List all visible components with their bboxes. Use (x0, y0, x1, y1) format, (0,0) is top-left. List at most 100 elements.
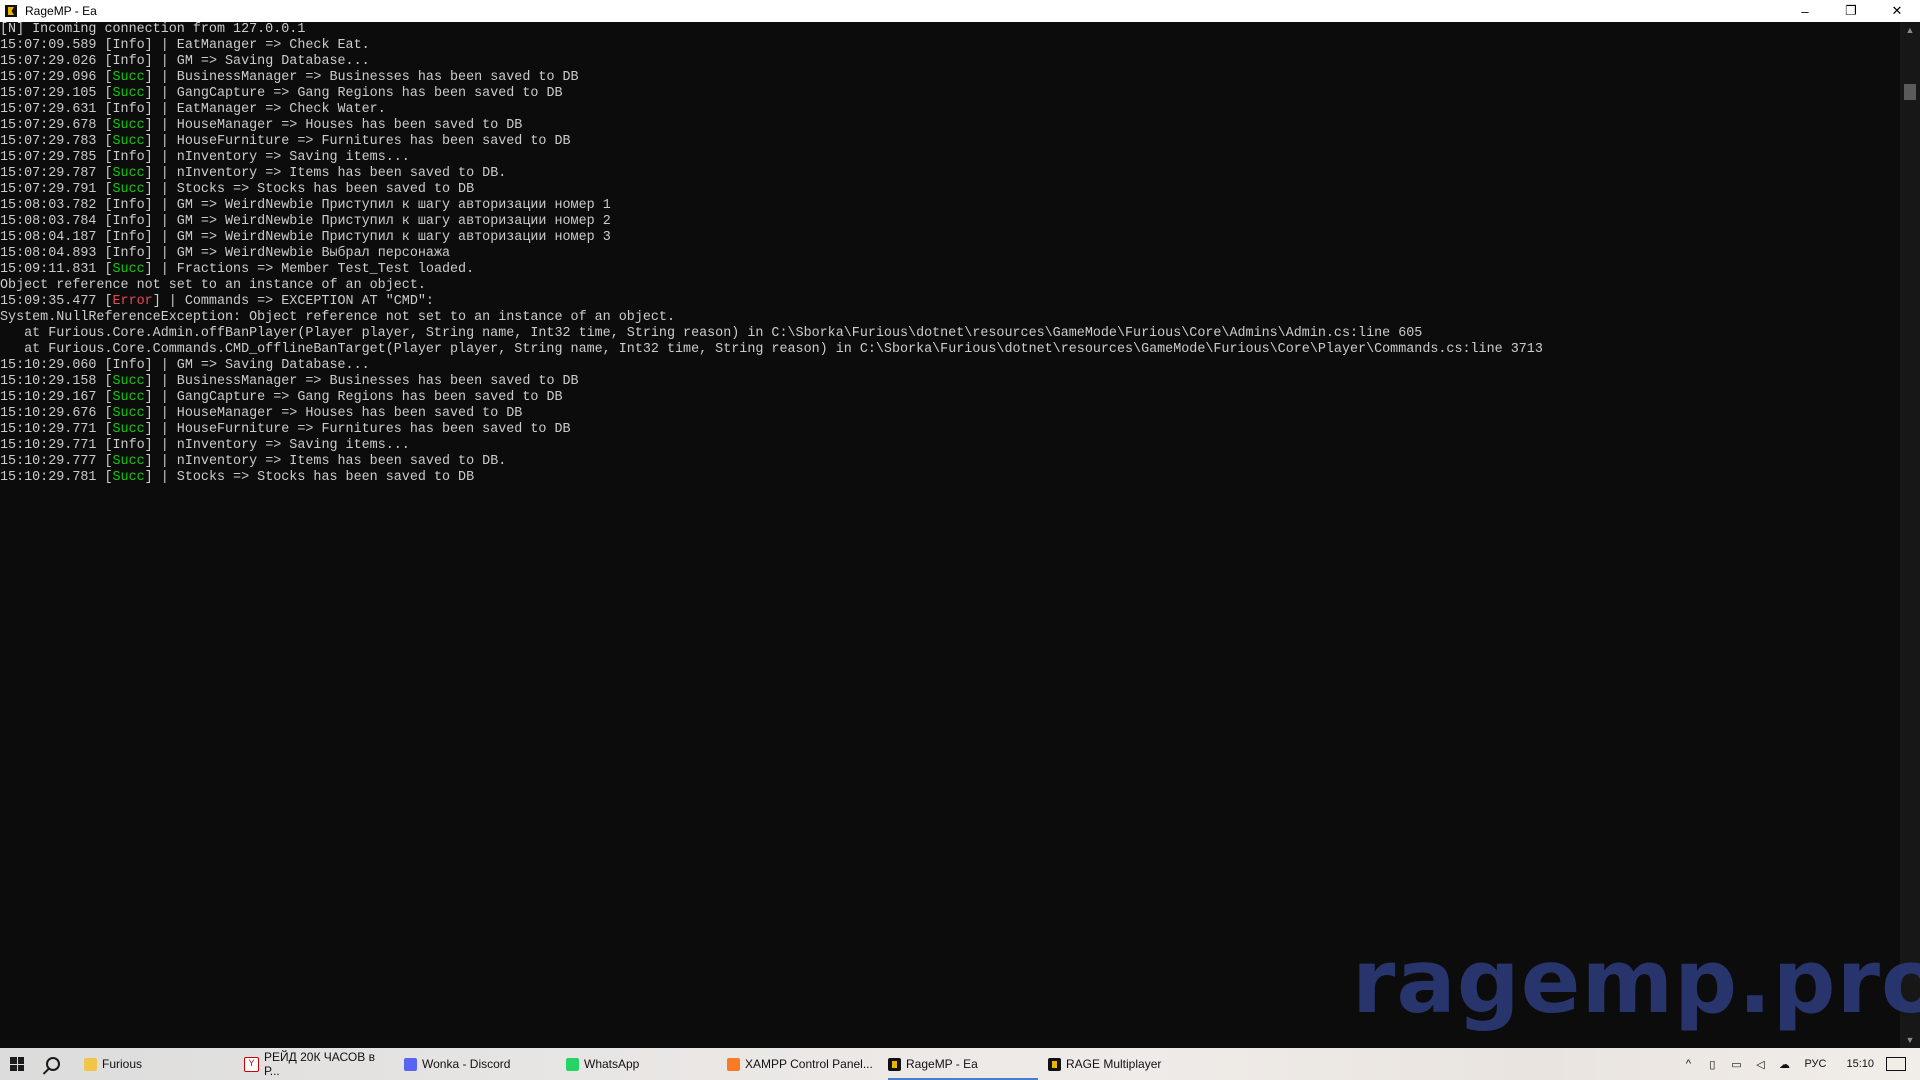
restore-button[interactable]: ❐ (1828, 0, 1874, 22)
taskbar-item-label: Furious (102, 1057, 143, 1071)
console-line: Object reference not set to an instance … (0, 278, 1900, 294)
log-level-badge: Succ (112, 390, 145, 405)
input-language[interactable]: РУС (1804, 1058, 1826, 1070)
console-line-message: ] | GangCapture => Gang Regions has been… (144, 390, 563, 405)
search-button[interactable] (34, 1048, 72, 1080)
log-level-badge: Info (112, 230, 145, 245)
console-line: 15:10:29.060 [Info] | GM => Saving Datab… (0, 358, 1900, 374)
console-line: 15:07:29.096 [Succ] | BusinessManager =>… (0, 70, 1900, 86)
console-line-text: 15:10:29.781 [ (0, 470, 113, 485)
log-level-badge: Info (112, 214, 145, 229)
console-line-text: 15:08:03.782 [ (0, 198, 113, 213)
console-line-message: ] | HouseFurniture => Furnitures has bee… (144, 134, 571, 149)
console-line-message: ] | GM => Saving Database... (144, 358, 370, 373)
clock[interactable]: 15:10 (1846, 1058, 1874, 1070)
taskbar-item-ragemp-ea[interactable]: RageMP - Ea (888, 1048, 1038, 1080)
console-line: 15:10:29.777 [Succ] | nInventory => Item… (0, 454, 1900, 470)
log-level-badge: Info (112, 198, 145, 213)
console-line-text: at Furious.Core.Admin.offBanPlayer(Playe… (0, 326, 1423, 341)
log-level-badge: Succ (112, 374, 145, 389)
cloud-icon[interactable]: ☁ (1777, 1058, 1791, 1071)
taskbar-item-label: XAMPP Control Panel... (745, 1057, 873, 1071)
start-button[interactable] (0, 1048, 34, 1080)
console-line-text: 15:10:29.158 [ (0, 374, 113, 389)
console-line-message: ] | EatManager => Check Water. (144, 102, 386, 117)
window-title-bar[interactable]: RageMP - Ea – ❐ ✕ (0, 0, 1920, 22)
taskbar-item-yandex[interactable]: Y РЕЙД 20К ЧАСОВ в Р... (244, 1048, 394, 1080)
log-level-badge: Succ (112, 182, 145, 197)
network-icon[interactable]: ▭ (1729, 1058, 1743, 1071)
console-line-text: 15:08:04.187 [ (0, 230, 113, 245)
taskbar-item-xampp[interactable]: XAMPP Control Panel... (727, 1048, 877, 1080)
ragemp-app-icon (5, 5, 17, 17)
console-line-text: 15:07:29.783 [ (0, 134, 113, 149)
console-line: 15:07:29.105 [Succ] | GangCapture => Gan… (0, 86, 1900, 102)
console-line-message: ] | BusinessManager => Businesses has be… (144, 374, 579, 389)
scroll-down-arrow-icon[interactable]: ▼ (1900, 1032, 1920, 1048)
console-line-message: ] | nInventory => Saving items... (144, 438, 410, 453)
scroll-thumb[interactable] (1904, 84, 1916, 100)
discord-icon (404, 1057, 417, 1071)
console-line-message: ] | Fractions => Member Test_Test loaded… (144, 262, 475, 277)
device-icon[interactable]: ▯ (1705, 1058, 1719, 1071)
taskbar-item-rage-multiplayer[interactable]: RAGE Multiplayer (1048, 1048, 1198, 1080)
console-line: 15:07:29.787 [Succ] | nInventory => Item… (0, 166, 1900, 182)
console-line: [N] Incoming connection from 127.0.0.1 (0, 22, 1900, 38)
console-output[interactable]: [N] Incoming connection from 127.0.0.1 15… (0, 22, 1900, 1048)
taskbar-item-label: РЕЙД 20К ЧАСОВ в Р... (264, 1050, 375, 1078)
close-button[interactable]: ✕ (1874, 0, 1920, 22)
log-level-badge: Succ (112, 422, 145, 437)
taskbar-item-furious[interactable]: Furious (84, 1048, 234, 1080)
taskbar-item-discord[interactable]: Wonka - Discord (404, 1048, 554, 1080)
console-line: 15:07:29.783 [Succ] | HouseFurniture => … (0, 134, 1900, 150)
log-level-badge: Info (112, 438, 145, 453)
log-level-badge: Succ (112, 470, 145, 485)
console-line: 15:09:11.831 [Succ] | Fractions => Membe… (0, 262, 1900, 278)
console-line-text: 15:10:29.676 [ (0, 406, 113, 421)
log-level-badge: Info (112, 246, 145, 261)
console-line: 15:07:29.791 [Succ] | Stocks => Stocks h… (0, 182, 1900, 198)
console-line-message: ] | GM => WeirdNewbie Приступил к шагу а… (144, 214, 611, 229)
console-line-text: 15:09:11.831 [ (0, 262, 113, 277)
system-tray: ^ ▯ ▭ ◁ ☁ РУС 15:10 (1676, 1048, 1920, 1080)
log-level-badge: Info (112, 150, 145, 165)
console-line-text: 15:07:29.791 [ (0, 182, 113, 197)
console-line: 15:10:29.781 [Succ] | Stocks => Stocks h… (0, 470, 1900, 486)
console-line: 15:07:29.631 [Info] | EatManager => Chec… (0, 102, 1900, 118)
restore-icon: ❐ (1845, 3, 1857, 18)
console-line-text: 15:10:29.771 [ (0, 438, 113, 453)
log-level-badge: Succ (112, 134, 145, 149)
console-line-text: 15:07:29.096 [ (0, 70, 113, 85)
vertical-scrollbar[interactable]: ▲ ▼ (1900, 22, 1920, 1048)
console-line-message: ] | BusinessManager => Businesses has be… (144, 70, 579, 85)
log-level-badge: Succ (112, 166, 145, 181)
console-line-text: 15:07:29.787 [ (0, 166, 113, 181)
log-level-badge: Info (112, 38, 145, 53)
taskbar-item-whatsapp[interactable]: WhatsApp (566, 1048, 716, 1080)
console-line-text: 15:07:29.026 [ (0, 54, 113, 69)
console-line-message: ] | EatManager => Check Eat. (144, 38, 370, 53)
console-line-message: ] | GM => WeirdNewbie Приступил к шагу а… (144, 230, 611, 245)
console-line-message: ] | nInventory => Saving items... (144, 150, 410, 165)
console-lines: [N] Incoming connection from 127.0.0.1 15… (0, 22, 1900, 486)
console-line: at Furious.Core.Admin.offBanPlayer(Playe… (0, 326, 1900, 342)
close-icon: ✕ (1891, 3, 1903, 18)
console-line-text: 15:10:29.060 [ (0, 358, 113, 373)
console-line-text: 15:07:29.631 [ (0, 102, 113, 117)
scroll-up-arrow-icon[interactable]: ▲ (1900, 22, 1920, 38)
volume-icon[interactable]: ◁ (1753, 1058, 1767, 1071)
console-line: 15:10:29.158 [Succ] | BusinessManager =>… (0, 374, 1900, 390)
console-line-message: ] | GangCapture => Gang Regions has been… (144, 86, 563, 101)
console-line-message: ] | GM => Saving Database... (144, 54, 370, 69)
log-level-badge: Info (112, 102, 145, 117)
notification-center-icon[interactable] (1886, 1057, 1906, 1071)
ragemp-icon (1048, 1057, 1061, 1071)
console-line-message: ] | GM => WeirdNewbie Приступил к шагу а… (144, 198, 611, 213)
show-hidden-icons-chevron-icon[interactable]: ^ (1681, 1058, 1695, 1070)
yandex-browser-icon: Y (244, 1056, 259, 1072)
console-line-message: ] | nInventory => Items has been saved t… (144, 166, 507, 181)
console-line: 15:08:04.187 [Info] | GM => WeirdNewbie … (0, 230, 1900, 246)
console-line-message: ] | nInventory => Items has been saved t… (144, 454, 507, 469)
minimize-button[interactable]: – (1782, 0, 1828, 22)
console-line: 15:08:04.893 [Info] | GM => WeirdNewbie … (0, 246, 1900, 262)
